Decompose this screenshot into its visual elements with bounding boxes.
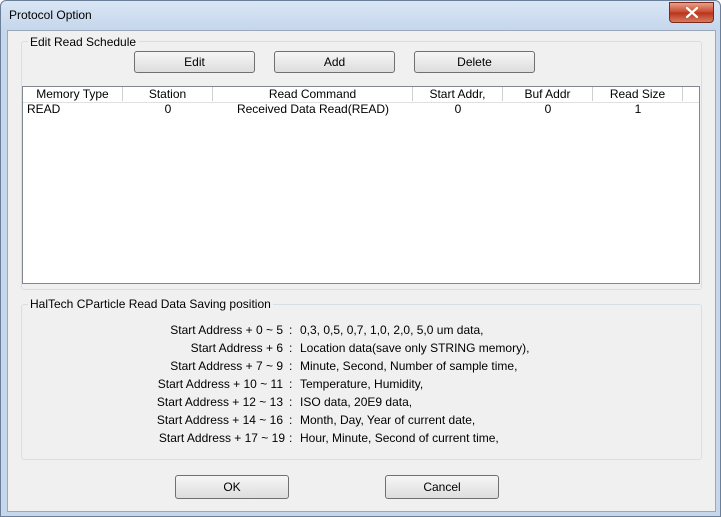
info-line: Start Address + 7 ~ 9 : Minute, Second, … [8,357,708,375]
edit-button[interactable]: Edit [134,51,255,73]
info-line-separator: : [289,395,293,409]
info-line-key: Start Address + 12 ~ 13 [156,395,283,409]
info-line-value: Temperature, Humidity, [300,377,424,391]
info-line: Start Address + 17 ~ 19 : Hour, Minute, … [8,429,708,447]
info-line-separator: : [289,341,293,355]
window-title: Protocol Option [9,8,92,22]
info-line: Start Address + 0 ~ 5 : 0,3, 0,5, 0,7, 1… [8,321,708,339]
list-header: Memory Type Station Read Command Start A… [23,87,699,103]
read-schedule-list[interactable]: Memory Type Station Read Command Start A… [22,86,700,284]
info-line-separator: : [289,431,293,445]
cell-buf-addr: 0 [544,102,552,116]
column-header-start-addr[interactable]: Start Addr, [413,87,503,101]
info-line: Start Address + 6 : Location data(save o… [8,339,708,357]
title-bar[interactable]: Protocol Option [1,1,720,30]
info-line-value: 0,3, 0,5, 0,7, 1,0, 2,0, 5,0 um data, [300,323,484,337]
info-line-separator: : [289,377,293,391]
column-header-read-size[interactable]: Read Size [593,87,683,101]
info-line-value: Month, Day, Year of current date, [300,413,476,427]
info-line-separator: : [289,323,293,337]
cell-read-command: Received Data Read(READ) [236,102,390,116]
cell-memory-type: READ [27,102,61,116]
info-line-key: Start Address + 0 ~ 5 [170,323,283,337]
edit-read-schedule-legend: Edit Read Schedule [28,35,139,49]
info-line-value: ISO data, 20E9 data, [300,395,413,409]
info-line: Start Address + 12 ~ 13 : ISO data, 20E9… [8,393,708,411]
info-line-key: Start Address + 7 ~ 9 [170,359,283,373]
dialog-client-area: Edit Read Schedule Edit Add Delete Memor… [7,30,716,512]
close-icon [685,7,698,18]
column-header-read-command[interactable]: Read Command [213,87,413,101]
info-line-value: Minute, Second, Number of sample time, [300,359,518,373]
close-button[interactable] [669,2,714,23]
cell-station: 0 [164,102,172,116]
info-line-key: Start Address + 6 [190,341,283,355]
column-header-station[interactable]: Station [123,87,213,101]
info-line-separator: : [289,359,293,373]
saving-position-legend: HalTech CParticle Read Data Saving posit… [28,297,273,311]
add-button[interactable]: Add [274,51,395,73]
info-line-value: Location data(save only STRING memory), [300,341,530,355]
info-line: Start Address + 14 ~ 16 : Month, Day, Ye… [8,411,708,429]
info-line-key: Start Address + 10 ~ 11 [157,377,283,391]
delete-button[interactable]: Delete [414,51,535,73]
info-line-separator: : [289,413,293,427]
info-line: Start Address + 10 ~ 11 : Temperature, H… [8,375,708,393]
cancel-button[interactable]: Cancel [385,475,499,499]
protocol-option-window: Protocol Option Edit Read Schedule Edit … [0,0,721,517]
cell-start-addr: 0 [454,102,462,116]
ok-button[interactable]: OK [175,475,289,499]
cell-read-size: 1 [634,102,642,116]
info-line-key: Start Address + 14 ~ 16 [156,413,283,427]
column-header-buf-addr[interactable]: Buf Addr [503,87,593,101]
info-line-value: Hour, Minute, Second of current time, [300,431,499,445]
table-row[interactable]: READ 0 Received Data Read(READ) 0 0 1 [23,102,699,116]
column-header-memory-type[interactable]: Memory Type [23,87,123,101]
info-line-key: Start Address + 17 ~ 19 [158,431,285,445]
